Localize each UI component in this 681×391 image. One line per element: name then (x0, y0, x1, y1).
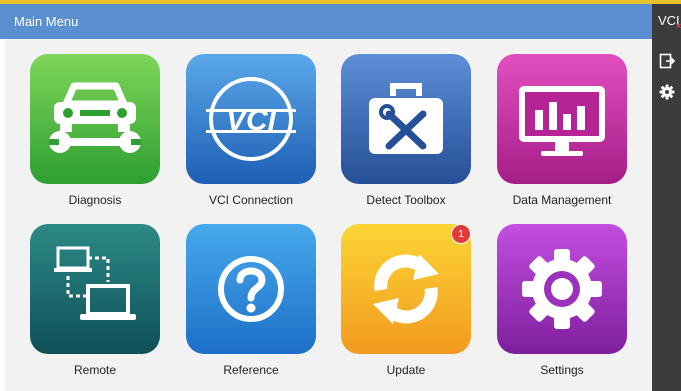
vci-disconnected-icon: × (676, 21, 681, 31)
update-count-badge: 1 (451, 224, 471, 244)
app-tile-update[interactable] (341, 224, 471, 354)
refresh-icon (341, 224, 471, 354)
app-tile-vci-connection[interactable]: VCI (186, 54, 316, 184)
toolbox-icon (341, 54, 471, 184)
page-title: Main Menu (14, 14, 79, 29)
app-label: Detect Toolbox (366, 193, 446, 207)
monitor-chart-icon (497, 54, 627, 184)
remote-laptops-icon (30, 224, 160, 354)
app-label: Diagnosis (68, 193, 122, 207)
app-label: Reference (223, 363, 279, 377)
app-label: Settings (540, 363, 584, 377)
header-bar: Main Menu (0, 4, 652, 39)
app-tile-data-management[interactable] (497, 54, 627, 184)
question-icon (186, 224, 316, 354)
app-label: Data Management (512, 193, 612, 207)
app-tile-detect-toolbox[interactable] (341, 54, 471, 184)
gear-icon (497, 224, 627, 354)
exit-icon[interactable] (659, 53, 675, 69)
svg-text:VCI: VCI (226, 104, 277, 137)
app-grid: Diagnosis VCI VCI Connection Detect Tool… (5, 39, 652, 391)
vci-icon: VCI (186, 54, 316, 184)
right-sidebar: VCI × (652, 4, 681, 391)
app-label: Remote (73, 363, 117, 377)
app-tile-reference[interactable] (186, 224, 316, 354)
app-label: Update (386, 363, 426, 377)
gear-icon[interactable] (659, 84, 675, 100)
app-tile-diagnosis[interactable] (30, 54, 160, 184)
app-label: VCI Connection (208, 193, 294, 207)
car-wrench-icon (30, 54, 160, 184)
app-tile-settings[interactable] (497, 224, 627, 354)
app-tile-remote[interactable] (30, 224, 160, 354)
